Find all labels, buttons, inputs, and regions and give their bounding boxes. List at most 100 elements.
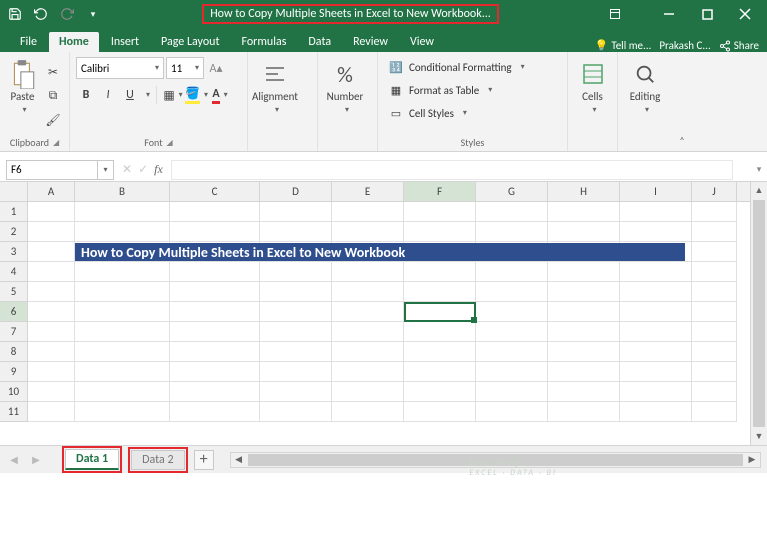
cell[interactable] — [692, 362, 737, 382]
cell[interactable] — [692, 262, 737, 282]
cell[interactable] — [404, 202, 476, 222]
tab-formulas[interactable]: Formulas — [231, 32, 296, 52]
column-header[interactable]: J — [692, 182, 737, 201]
cell[interactable] — [332, 322, 404, 342]
cell[interactable] — [548, 362, 620, 382]
fill-color-icon[interactable]: 🪣▾ — [185, 85, 208, 105]
cell[interactable] — [476, 202, 548, 222]
cell[interactable] — [548, 382, 620, 402]
format-painter-icon[interactable]: 🖌 — [43, 110, 63, 130]
cell-grid[interactable]: How to Copy Multiple Sheets in Excel to … — [28, 202, 767, 422]
cell[interactable] — [332, 222, 404, 242]
cell[interactable] — [620, 382, 692, 402]
cell[interactable] — [170, 342, 260, 362]
column-header[interactable]: G — [476, 182, 548, 201]
number-button[interactable]: % Number ▾ — [324, 56, 366, 115]
cut-icon[interactable]: ✂ — [43, 62, 63, 82]
scroll-right-icon[interactable]: ▶ — [744, 453, 760, 467]
enter-formula-icon[interactable]: ✓ — [138, 162, 148, 177]
cell[interactable] — [170, 382, 260, 402]
cell[interactable] — [476, 322, 548, 342]
row-header[interactable]: 2 — [0, 222, 28, 242]
increase-font-icon[interactable]: A▴ — [206, 58, 226, 78]
paste-button[interactable]: Paste ▾ — [6, 56, 39, 115]
column-header[interactable]: D — [260, 182, 332, 201]
cell[interactable] — [404, 262, 476, 282]
tab-page-layout[interactable]: Page Layout — [151, 32, 229, 52]
cell[interactable] — [170, 282, 260, 302]
cell[interactable] — [548, 402, 620, 422]
sheet-tab-data1[interactable]: Data 1 — [65, 449, 119, 470]
cell[interactable] — [332, 402, 404, 422]
cell[interactable] — [476, 402, 548, 422]
row-header[interactable]: 7 — [0, 322, 28, 342]
underline-button[interactable]: U — [120, 85, 140, 105]
cell[interactable] — [260, 362, 332, 382]
cell-styles-button[interactable]: ▭Cell Styles▾ — [384, 102, 529, 124]
maximize-button[interactable] — [689, 3, 725, 25]
new-sheet-button[interactable]: + — [194, 450, 214, 470]
cell[interactable] — [170, 222, 260, 242]
cell[interactable] — [692, 342, 737, 362]
cell[interactable] — [332, 382, 404, 402]
cell[interactable] — [476, 362, 548, 382]
cell[interactable] — [28, 322, 75, 342]
cell[interactable] — [170, 402, 260, 422]
font-color-icon[interactable]: A▾ — [210, 85, 230, 105]
cell[interactable] — [28, 282, 75, 302]
column-header[interactable]: E — [332, 182, 404, 201]
cell[interactable] — [332, 342, 404, 362]
row-header[interactable]: 6 — [0, 302, 28, 322]
cell[interactable] — [260, 262, 332, 282]
scroll-left-icon[interactable]: ◀ — [231, 453, 247, 467]
cell[interactable] — [404, 322, 476, 342]
cell[interactable] — [75, 342, 170, 362]
conditional-formatting-button[interactable]: 🔢Conditional Formatting▾ — [384, 56, 529, 78]
cell[interactable] — [548, 262, 620, 282]
cancel-formula-icon[interactable]: ✕ — [122, 162, 132, 177]
fx-icon[interactable]: fx — [154, 162, 163, 177]
tab-nav-next-icon[interactable]: ▶ — [28, 452, 44, 468]
cell[interactable] — [692, 242, 737, 262]
cell[interactable] — [75, 322, 170, 342]
cell[interactable] — [548, 302, 620, 322]
formula-input[interactable] — [171, 160, 733, 180]
cell[interactable] — [692, 282, 737, 302]
cell[interactable] — [692, 302, 737, 322]
cell[interactable] — [476, 262, 548, 282]
scroll-up-icon[interactable]: ▲ — [751, 182, 767, 199]
cell[interactable] — [28, 242, 75, 262]
cell[interactable] — [332, 262, 404, 282]
cell[interactable] — [260, 382, 332, 402]
font-name-select[interactable]: Calibri▾ — [76, 57, 164, 79]
name-box[interactable]: F6 — [6, 160, 98, 180]
format-as-table-button[interactable]: ▦Format as Table▾ — [384, 79, 529, 101]
cell[interactable] — [692, 202, 737, 222]
scroll-down-icon[interactable]: ▼ — [751, 428, 767, 445]
cell[interactable] — [28, 302, 75, 322]
cell[interactable] — [692, 382, 737, 402]
name-box-dropdown[interactable]: ▾ — [98, 160, 114, 180]
cell[interactable] — [75, 282, 170, 302]
cell[interactable] — [28, 362, 75, 382]
hscroll-thumb[interactable] — [248, 454, 743, 466]
cell[interactable] — [75, 302, 170, 322]
cell[interactable] — [260, 402, 332, 422]
cell[interactable] — [476, 342, 548, 362]
cell[interactable] — [404, 282, 476, 302]
cell[interactable] — [75, 402, 170, 422]
row-header[interactable]: 9 — [0, 362, 28, 382]
cell[interactable] — [476, 382, 548, 402]
sheet-tab-data2[interactable]: Data 2 — [131, 450, 184, 470]
row-header[interactable]: 11 — [0, 402, 28, 422]
cell[interactable] — [404, 362, 476, 382]
row-header[interactable]: 8 — [0, 342, 28, 362]
cell[interactable] — [260, 202, 332, 222]
cell[interactable] — [548, 202, 620, 222]
save-icon[interactable] — [4, 3, 26, 25]
tab-view[interactable]: View — [400, 32, 444, 52]
tab-review[interactable]: Review — [343, 32, 398, 52]
cell[interactable] — [260, 282, 332, 302]
cell[interactable] — [332, 202, 404, 222]
cell[interactable] — [548, 322, 620, 342]
